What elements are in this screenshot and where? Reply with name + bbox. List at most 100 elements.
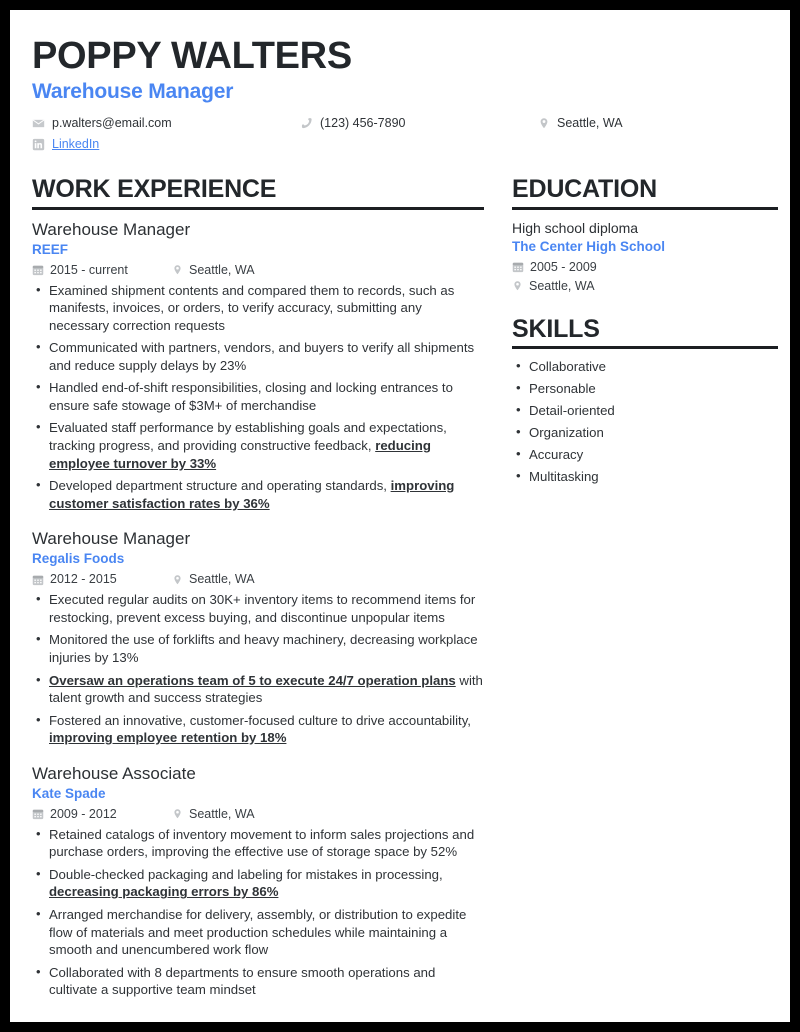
job-location: Seattle, WA [172, 263, 255, 278]
education-section: EDUCATION High school diploma The Center … [512, 176, 778, 293]
job-location: Seattle, WA [172, 807, 255, 822]
job-bullet: Fostered an innovative, customer-focused… [32, 711, 484, 747]
skill-item: Accuracy [512, 445, 778, 464]
bullet-text: Double-checked packaging and labeling fo… [49, 866, 443, 882]
linkedin-icon [32, 138, 45, 151]
bullet-text: Collaborated with 8 departments to ensur… [49, 964, 436, 998]
job-bullet: Handled end-of-shift responsibilities, c… [32, 378, 484, 414]
bullet-text: Retained catalogs of inventory movement … [49, 826, 475, 860]
job-dates: 2009 - 2012 [32, 807, 172, 822]
education-degree: High school diploma [512, 219, 639, 236]
bullet-text: Arranged merchandise for delivery, assem… [49, 907, 467, 958]
skill-item: Multitasking [512, 467, 778, 486]
job-location-text: Seattle, WA [189, 572, 255, 587]
map-pin-icon [172, 264, 183, 276]
job-title: Warehouse Manager [32, 219, 191, 239]
contact-phone: (123) 456-7890 [300, 116, 538, 131]
education-entry: High school diploma The Center High Schoo… [512, 219, 778, 294]
calendar-icon [32, 264, 44, 276]
bullet-highlight: Oversaw an operations team of 5 to execu… [49, 672, 456, 688]
work-experience-section: WORK EXPERIENCE Warehouse Manager REEF 201… [32, 176, 484, 998]
resume-page: POPPY WALTERS Warehouse Manager p.walter… [10, 10, 790, 1022]
job-dates-text: 2015 - current [50, 262, 128, 277]
job-bullet: Examined shipment contents and compared … [32, 281, 484, 335]
job-meta: 2015 - current Seattle, WA [32, 263, 484, 278]
job-bullet: Monitored the use of forklifts and heavy… [32, 630, 484, 666]
contact-row-primary: p.walters@email.com (123) 456-7890 Seatt… [32, 116, 768, 131]
bullet-text: Executed regular audits on 30K+ inventor… [49, 592, 476, 625]
bullet-text: Examined shipment contents and compared … [49, 282, 455, 333]
contact-location: Seattle, WA [538, 116, 768, 131]
contact-email-text: p.walters@email.com [52, 116, 172, 131]
education-dates-text: 2005 - 2009 [530, 259, 597, 274]
skills-section: SKILLS Collaborative Personable Detail-ori… [512, 314, 778, 486]
job-bullet: Retained catalogs of inventory movement … [32, 825, 484, 861]
skill-item: Collaborative [512, 357, 778, 376]
education-location-text: Seattle, WA [529, 278, 595, 293]
contact-info: p.walters@email.com (123) 456-7890 Seatt… [32, 116, 768, 152]
job-bullet: Developed department structure and opera… [32, 476, 484, 512]
right-column: EDUCATION High school diploma The Center … [512, 176, 778, 998]
job-title: Warehouse Manager [32, 529, 191, 549]
job-bullet: Evaluated staff performance by establish… [32, 418, 484, 472]
job-location-text: Seattle, WA [189, 262, 255, 277]
resume-header: POPPY WALTERS Warehouse Manager p.walter… [32, 36, 768, 152]
bullet-text: Monitored the use of forklifts and heavy… [49, 632, 478, 665]
education-heading: EDUCATION [512, 175, 657, 204]
contact-row-secondary: LinkedIn [32, 137, 768, 152]
education-dates: 2005 - 2009 [512, 260, 778, 275]
phone-icon [300, 117, 313, 130]
bullet-text: Developed department structure and opera… [49, 478, 391, 494]
job-dates: 2012 - 2015 [32, 572, 172, 587]
education-location: Seattle, WA [512, 279, 778, 294]
job-company: Kate Spade [32, 785, 106, 801]
job-bullets: Retained catalogs of inventory movement … [32, 825, 484, 999]
bullet-highlight: decreasing packaging errors by 86% [49, 884, 279, 900]
skills-divider [512, 345, 778, 349]
left-column: WORK EXPERIENCE Warehouse Manager REEF 201… [32, 176, 484, 998]
skills-heading: SKILLS [512, 314, 600, 343]
envelope-icon [32, 117, 45, 130]
job-meta: 2012 - 2015 Seattle, WA [32, 572, 484, 587]
skills-list: Collaborative Personable Detail-oriented Or… [512, 357, 778, 486]
job-bullet: Oversaw an operations team of 5 to execu… [32, 671, 484, 707]
candidate-job-title: Warehouse Manager [32, 80, 234, 104]
bullet-highlight: improving employee retention by 18% [49, 730, 287, 746]
candidate-name: POPPY WALTERS [32, 35, 352, 77]
skill-item: Detail-oriented [512, 401, 778, 420]
map-pin-icon [172, 808, 183, 820]
education-meta: 2005 - 2009 Seattle, WA [512, 260, 778, 294]
map-pin-icon [512, 280, 523, 292]
map-pin-icon [172, 574, 183, 586]
skill-item: Organization [512, 423, 778, 442]
calendar-icon [512, 261, 524, 273]
work-experience-entry: Warehouse Manager Regalis Foods 2012 - 201… [32, 528, 484, 747]
job-company: REEF [32, 241, 69, 257]
resume-body: WORK EXPERIENCE Warehouse Manager REEF 201… [32, 176, 778, 998]
job-bullets: Examined shipment contents and compared … [32, 281, 484, 513]
bullet-text: Fostered an innovative, customer-focused… [49, 712, 471, 728]
job-title: Warehouse Associate [32, 763, 196, 783]
bullet-text: Handled end-of-shift responsibilities, c… [49, 380, 453, 413]
job-bullet: Executed regular audits on 30K+ inventor… [32, 590, 484, 626]
job-bullet: Collaborated with 8 departments to ensur… [32, 963, 484, 999]
contact-email: p.walters@email.com [32, 116, 300, 131]
work-experience-entry: Warehouse Associate Kate Spade 2009 - 2012… [32, 763, 484, 999]
contact-phone-text: (123) 456-7890 [320, 116, 406, 131]
contact-location-text: Seattle, WA [557, 116, 623, 131]
job-meta: 2009 - 2012 Seattle, WA [32, 807, 484, 822]
job-location: Seattle, WA [172, 572, 255, 587]
job-dates: 2015 - current [32, 263, 172, 278]
work-experience-heading: WORK EXPERIENCE [32, 175, 277, 204]
contact-linkedin[interactable]: LinkedIn [32, 137, 300, 152]
calendar-icon [32, 574, 44, 586]
work-experience-divider [32, 206, 484, 210]
work-experience-list: Warehouse Manager REEF 2015 - current Seatt… [32, 219, 484, 999]
job-bullet: Double-checked packaging and labeling fo… [32, 865, 484, 901]
job-bullet: Communicated with partners, vendors, and… [32, 338, 484, 374]
education-school: The Center High School [512, 238, 666, 254]
job-bullet: Arranged merchandise for delivery, assem… [32, 905, 484, 959]
contact-linkedin-link[interactable]: LinkedIn [52, 137, 99, 152]
map-pin-icon [538, 117, 550, 130]
bullet-text: Communicated with partners, vendors, and… [49, 340, 475, 373]
